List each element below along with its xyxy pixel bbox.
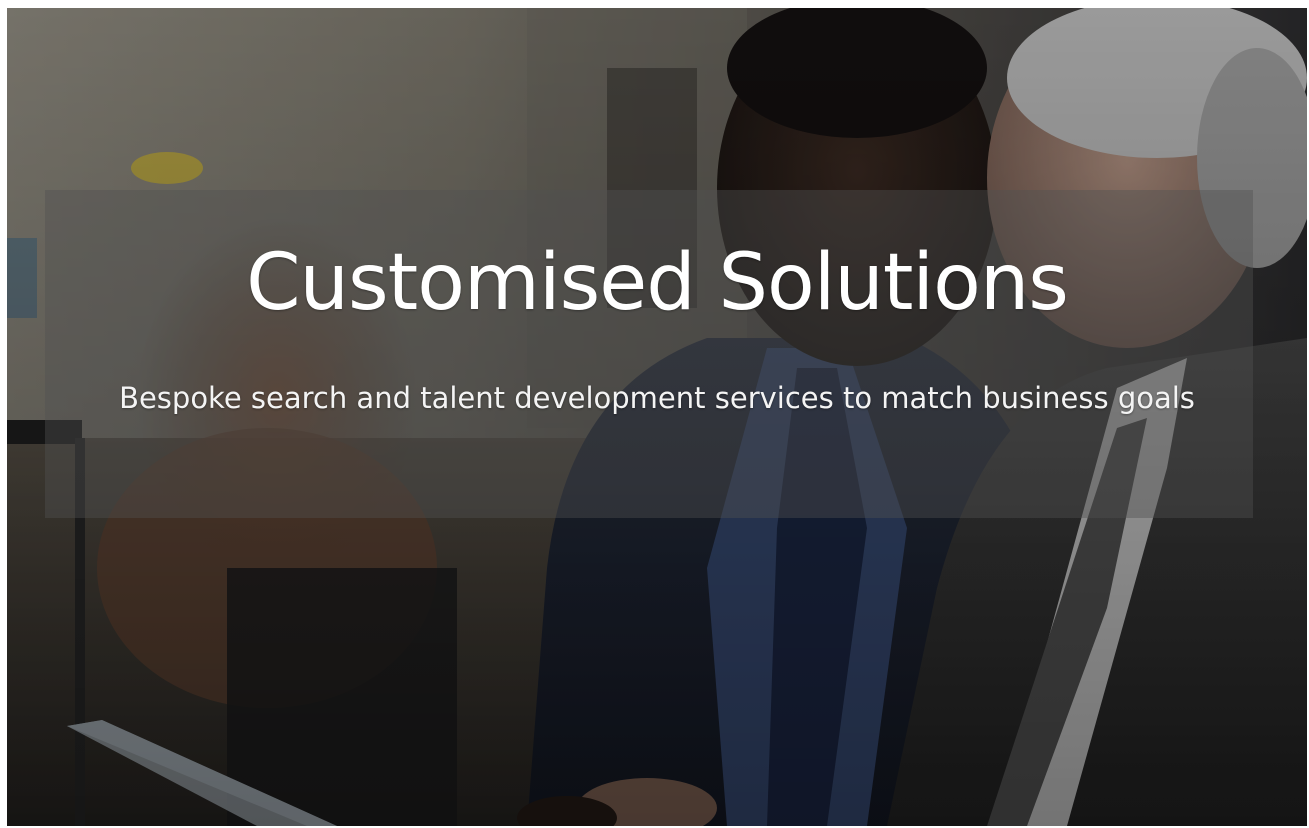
hero-title: Customised Solutions <box>246 238 1069 328</box>
hero-subtitle: Bespoke search and talent development se… <box>119 381 1195 415</box>
hero-banner: Customised Solutions Bespoke search and … <box>7 8 1307 826</box>
page: Customised Solutions Bespoke search and … <box>0 0 1309 828</box>
